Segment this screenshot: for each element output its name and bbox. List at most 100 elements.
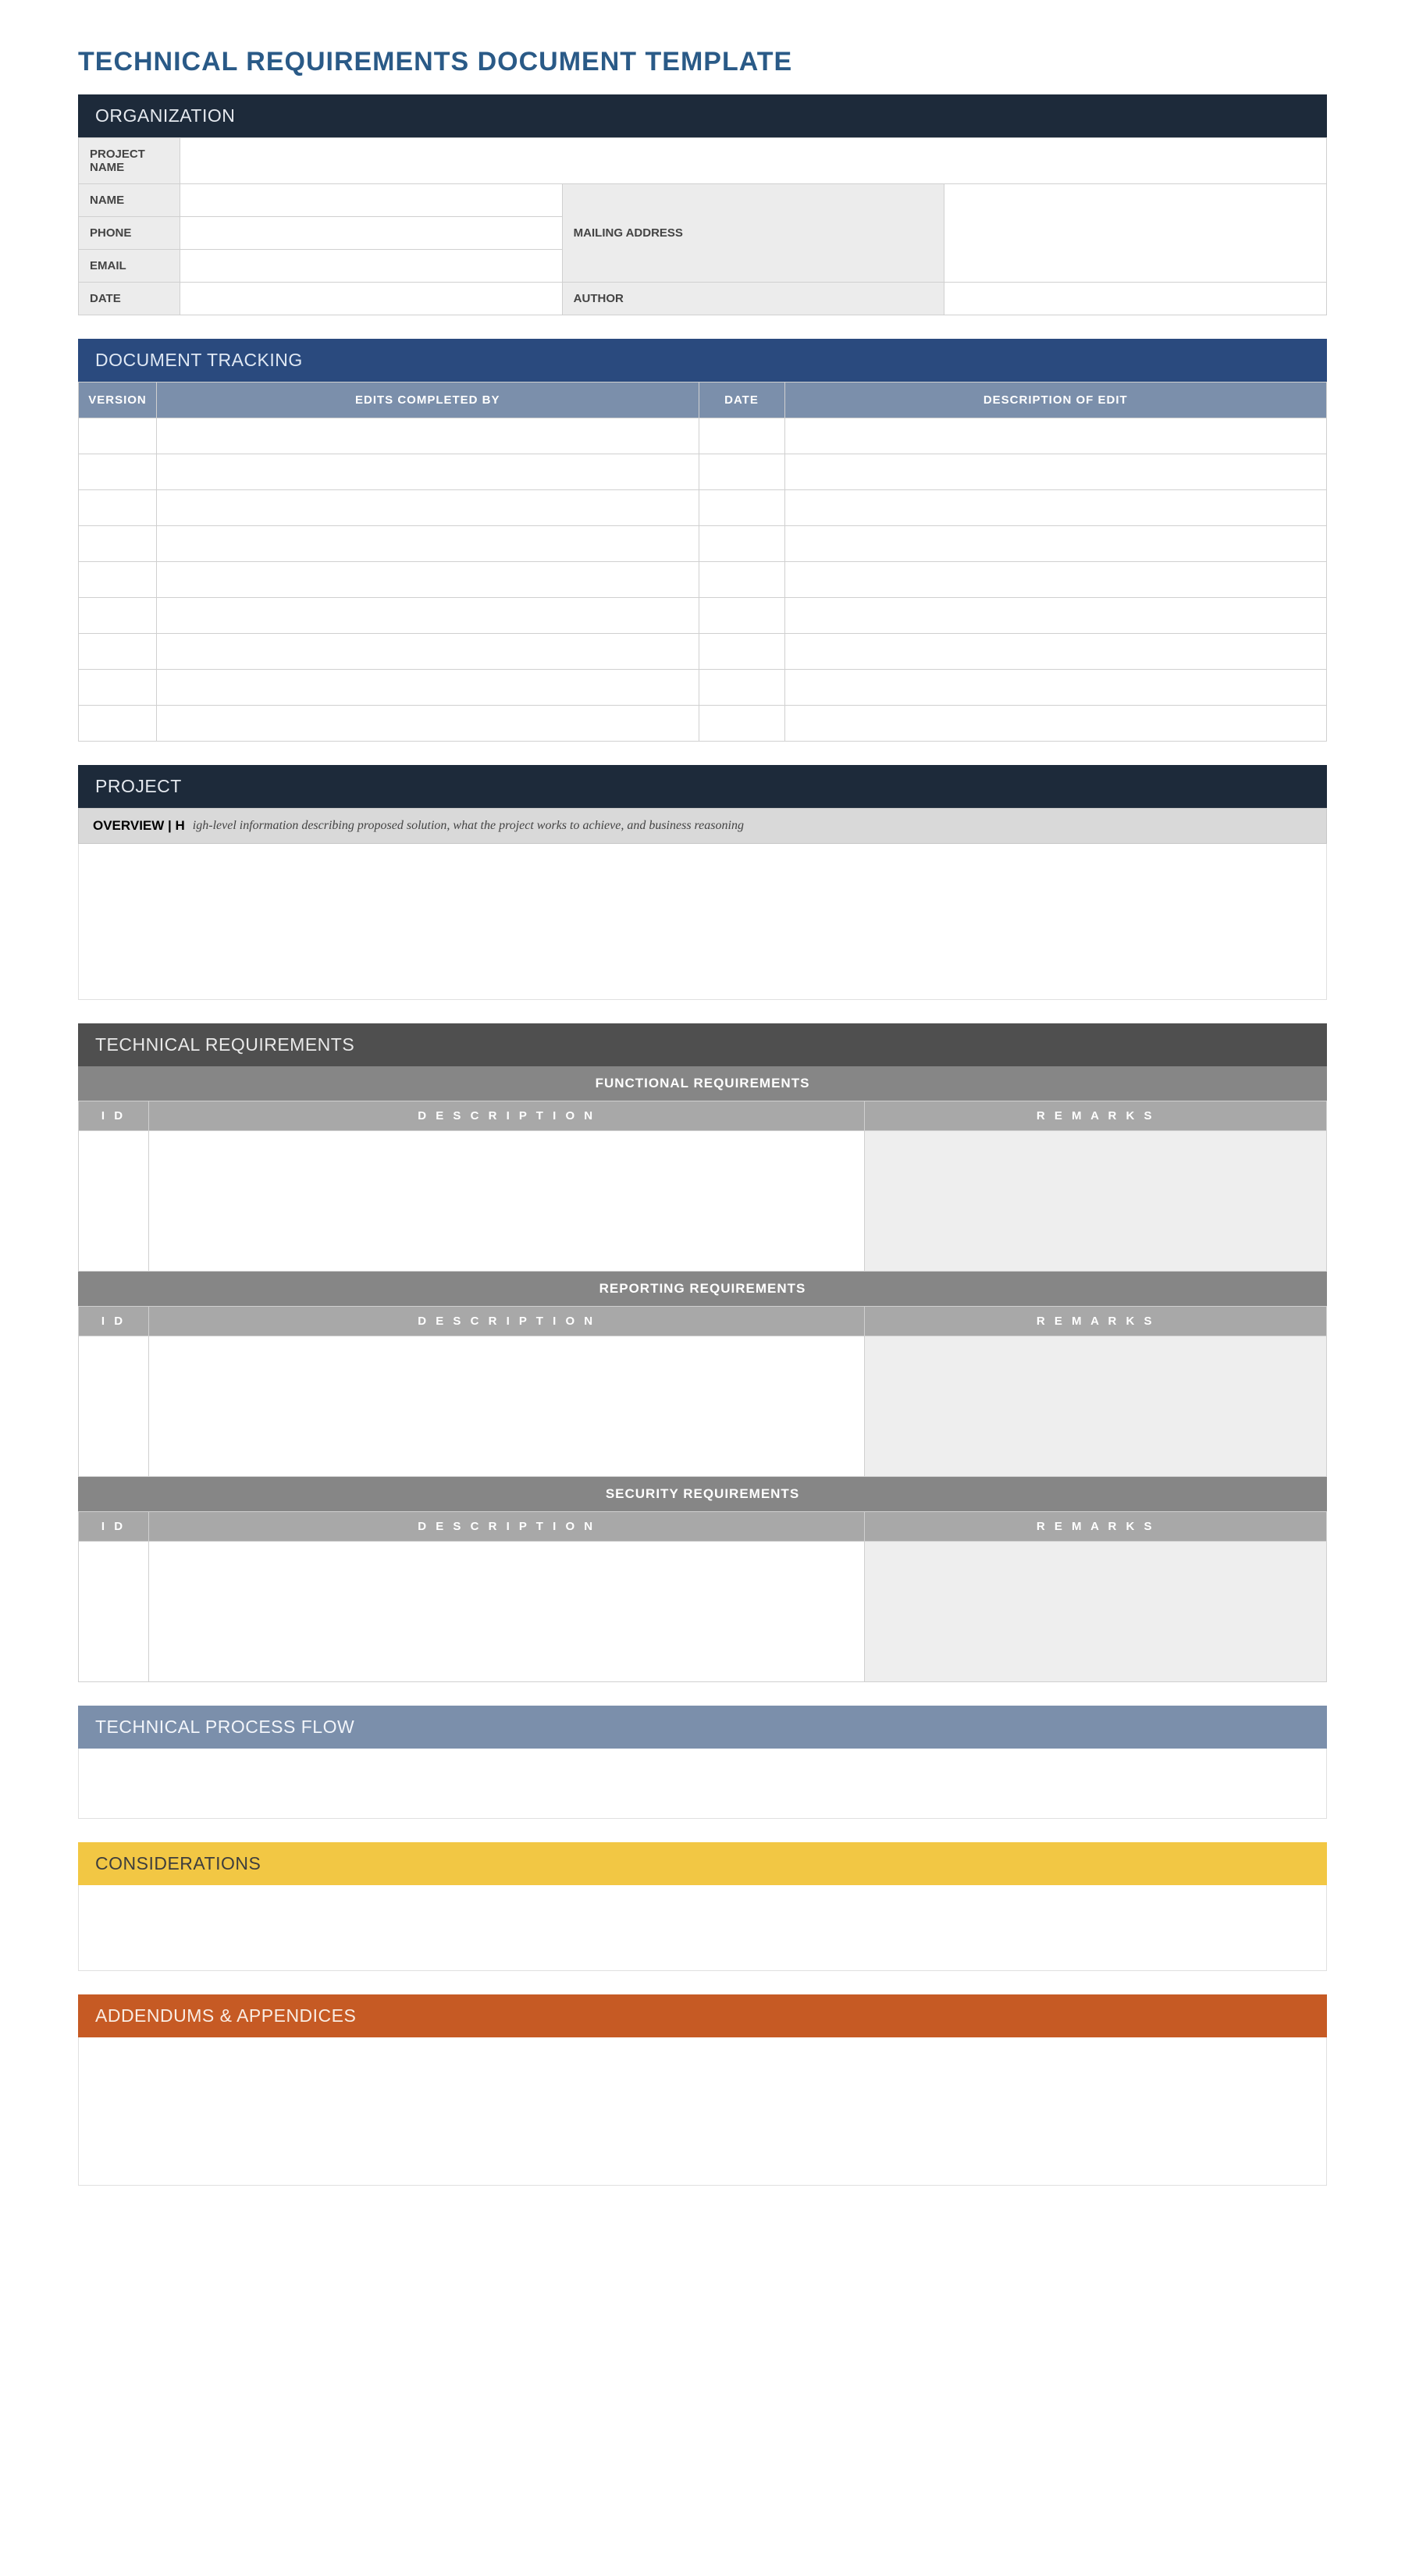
table-row [79, 634, 1327, 670]
tracking-cell-version[interactable] [79, 634, 157, 670]
table-row [79, 562, 1327, 598]
req-cell-id[interactable] [79, 1131, 149, 1272]
tracking-cell-date[interactable] [699, 598, 784, 634]
label-project-name: PROJECT NAME [79, 138, 180, 184]
process-flow-body[interactable] [78, 1749, 1327, 1819]
req-cell-description[interactable] [149, 1131, 865, 1272]
table-row [79, 1336, 1327, 1477]
tracking-cell-date[interactable] [699, 562, 784, 598]
field-author[interactable] [944, 283, 1327, 315]
tracking-cell-version[interactable] [79, 670, 157, 706]
req-col-remarks: R E M A R K S [865, 1101, 1327, 1131]
tracking-cell-date[interactable] [699, 490, 784, 526]
tracking-section: DOCUMENT TRACKING VERSION EDITS COMPLETE… [78, 339, 1327, 742]
table-row [79, 490, 1327, 526]
req-table: I DD E S C R I P T I O NR E M A R K S [78, 1306, 1327, 1477]
tracking-heading: DOCUMENT TRACKING [78, 339, 1327, 382]
tracking-cell-edits_completed_by[interactable] [157, 598, 699, 634]
req-group-title: REPORTING REQUIREMENTS [78, 1272, 1327, 1306]
project-heading: PROJECT [78, 765, 1327, 808]
tracking-cell-description[interactable] [784, 454, 1327, 490]
considerations-body[interactable] [78, 1885, 1327, 1971]
req-table: I DD E S C R I P T I O NR E M A R K S [78, 1101, 1327, 1272]
col-description: DESCRIPTION OF EDIT [784, 382, 1327, 418]
label-author: AUTHOR [562, 283, 944, 315]
field-date[interactable] [180, 283, 563, 315]
tracking-cell-date[interactable] [699, 418, 784, 454]
req-col-description: D E S C R I P T I O N [149, 1512, 865, 1542]
field-phone[interactable] [180, 217, 563, 250]
organization-table: PROJECT NAME NAME MAILING ADDRESS PHONE … [78, 137, 1327, 315]
tracking-cell-date[interactable] [699, 634, 784, 670]
tracking-cell-description[interactable] [784, 670, 1327, 706]
req-cell-remarks[interactable] [865, 1542, 1327, 1682]
tracking-cell-description[interactable] [784, 526, 1327, 562]
tracking-cell-edits_completed_by[interactable] [157, 562, 699, 598]
tracking-cell-edits_completed_by[interactable] [157, 706, 699, 742]
tracking-cell-description[interactable] [784, 418, 1327, 454]
req-cell-remarks[interactable] [865, 1336, 1327, 1477]
label-date: DATE [79, 283, 180, 315]
field-project-name[interactable] [180, 138, 1327, 184]
tracking-cell-description[interactable] [784, 598, 1327, 634]
table-row [79, 670, 1327, 706]
table-row [79, 706, 1327, 742]
field-name[interactable] [180, 184, 563, 217]
req-col-remarks: R E M A R K S [865, 1307, 1327, 1336]
table-row [79, 454, 1327, 490]
project-section: PROJECT OVERVIEW | H igh-level informati… [78, 765, 1327, 1000]
overview-desc: igh-level information describing propose… [193, 819, 744, 833]
tracking-cell-description[interactable] [784, 634, 1327, 670]
req-col-id: I D [79, 1307, 149, 1336]
tracking-cell-edits_completed_by[interactable] [157, 634, 699, 670]
organization-section: ORGANIZATION PROJECT NAME NAME MAILING A… [78, 94, 1327, 315]
field-mailing-address[interactable] [944, 184, 1327, 283]
req-cell-id[interactable] [79, 1336, 149, 1477]
req-cell-description[interactable] [149, 1542, 865, 1682]
addendums-section: ADDENDUMS & APPENDICES [78, 1994, 1327, 2186]
table-row [79, 1131, 1327, 1272]
considerations-heading: CONSIDERATIONS [78, 1842, 1327, 1885]
label-name: NAME [79, 184, 180, 217]
req-col-description: D E S C R I P T I O N [149, 1101, 865, 1131]
col-version: VERSION [79, 382, 157, 418]
tracking-cell-date[interactable] [699, 706, 784, 742]
tech-req-heading: TECHNICAL REQUIREMENTS [78, 1023, 1327, 1066]
overview-body[interactable] [78, 844, 1327, 1000]
tracking-cell-date[interactable] [699, 526, 784, 562]
req-cell-id[interactable] [79, 1542, 149, 1682]
overview-strip: OVERVIEW | H igh-level information descr… [78, 808, 1327, 844]
req-group-title: SECURITY REQUIREMENTS [78, 1477, 1327, 1511]
tracking-cell-version[interactable] [79, 598, 157, 634]
tracking-cell-version[interactable] [79, 562, 157, 598]
tracking-cell-description[interactable] [784, 562, 1327, 598]
table-row [79, 418, 1327, 454]
req-cell-remarks[interactable] [865, 1131, 1327, 1272]
tracking-cell-edits_completed_by[interactable] [157, 526, 699, 562]
tracking-cell-version[interactable] [79, 526, 157, 562]
col-date: DATE [699, 382, 784, 418]
process-flow-section: TECHNICAL PROCESS FLOW [78, 1706, 1327, 1819]
document-title: TECHNICAL REQUIREMENTS DOCUMENT TEMPLATE [78, 47, 1327, 77]
req-group-title: FUNCTIONAL REQUIREMENTS [78, 1066, 1327, 1101]
req-col-remarks: R E M A R K S [865, 1512, 1327, 1542]
tracking-cell-version[interactable] [79, 490, 157, 526]
tech-req-section: TECHNICAL REQUIREMENTS FUNCTIONAL REQUIR… [78, 1023, 1327, 1682]
tracking-cell-version[interactable] [79, 454, 157, 490]
req-cell-description[interactable] [149, 1336, 865, 1477]
tracking-cell-description[interactable] [784, 706, 1327, 742]
tracking-cell-version[interactable] [79, 418, 157, 454]
field-email[interactable] [180, 250, 563, 283]
tracking-cell-date[interactable] [699, 454, 784, 490]
addendums-body[interactable] [78, 2037, 1327, 2186]
label-mailing-address: MAILING ADDRESS [562, 184, 944, 283]
tracking-cell-edits_completed_by[interactable] [157, 454, 699, 490]
tracking-cell-edits_completed_by[interactable] [157, 490, 699, 526]
req-col-id: I D [79, 1512, 149, 1542]
tracking-cell-version[interactable] [79, 706, 157, 742]
tracking-cell-edits_completed_by[interactable] [157, 418, 699, 454]
tracking-cell-description[interactable] [784, 490, 1327, 526]
tracking-cell-date[interactable] [699, 670, 784, 706]
tracking-cell-edits_completed_by[interactable] [157, 670, 699, 706]
req-col-description: D E S C R I P T I O N [149, 1307, 865, 1336]
